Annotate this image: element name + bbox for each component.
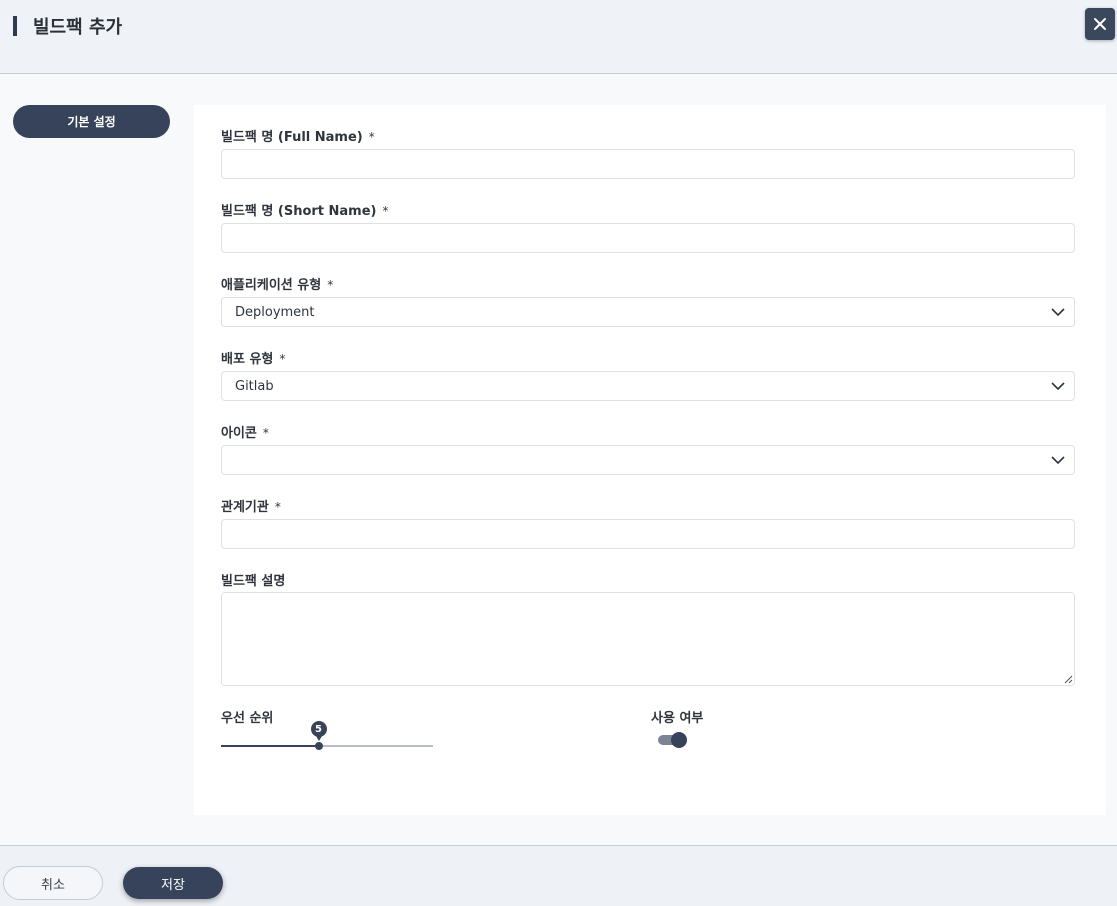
full-name-label: 빌드팩 명 (Full Name) * xyxy=(221,130,375,145)
required-mark: * xyxy=(274,500,281,514)
tab-basic-settings[interactable]: 기본 설정 xyxy=(13,105,170,138)
short-name-input[interactable] xyxy=(221,223,1075,253)
modal-header: 빌드팩 추가 xyxy=(0,0,1117,74)
short-name-label: 빌드팩 명 (Short Name) * xyxy=(221,204,389,219)
save-button[interactable]: 저장 xyxy=(123,867,223,899)
organization-input[interactable] xyxy=(221,519,1075,549)
cancel-button[interactable]: 취소 xyxy=(3,866,103,900)
required-mark: * xyxy=(279,352,286,366)
close-button[interactable] xyxy=(1085,8,1115,40)
priority-slider-fill xyxy=(221,745,319,747)
description-textarea[interactable] xyxy=(221,592,1075,686)
enabled-toggle[interactable] xyxy=(658,732,688,748)
title-accent-bar xyxy=(13,16,17,36)
enabled-label: 사용 여부 xyxy=(651,711,704,726)
deploy-type-label: 배포 유형 * xyxy=(221,352,286,367)
deploy-type-value: Gitlab xyxy=(235,378,274,394)
app-type-select[interactable]: Deployment xyxy=(221,297,1075,327)
chevron-down-icon xyxy=(1051,456,1065,465)
full-name-input[interactable] xyxy=(221,149,1075,179)
deploy-type-select[interactable]: Gitlab xyxy=(221,371,1075,401)
required-mark: * xyxy=(368,130,375,144)
chevron-down-icon xyxy=(1051,382,1065,391)
required-mark: * xyxy=(382,204,389,218)
close-icon xyxy=(1094,18,1106,30)
priority-slider-thumb[interactable] xyxy=(314,742,323,750)
app-type-label: 애플리케이션 유형 * xyxy=(221,278,334,293)
icon-select[interactable] xyxy=(221,445,1075,475)
chevron-down-icon xyxy=(1051,308,1065,317)
toggle-knob xyxy=(671,732,687,748)
app-type-value: Deployment xyxy=(235,304,315,320)
required-mark: * xyxy=(262,426,269,440)
priority-label: 우선 순위 xyxy=(221,711,274,726)
resize-grip-icon[interactable] xyxy=(1062,673,1073,684)
description-label: 빌드팩 설명 xyxy=(221,574,286,589)
required-mark: * xyxy=(327,278,334,292)
page-title: 빌드팩 추가 xyxy=(33,17,123,38)
organization-label: 관계기관 * xyxy=(221,500,281,515)
icon-label: 아이콘 * xyxy=(221,426,269,441)
priority-slider[interactable]: 5 xyxy=(221,721,433,750)
priority-value-bubble: 5 xyxy=(310,721,327,741)
